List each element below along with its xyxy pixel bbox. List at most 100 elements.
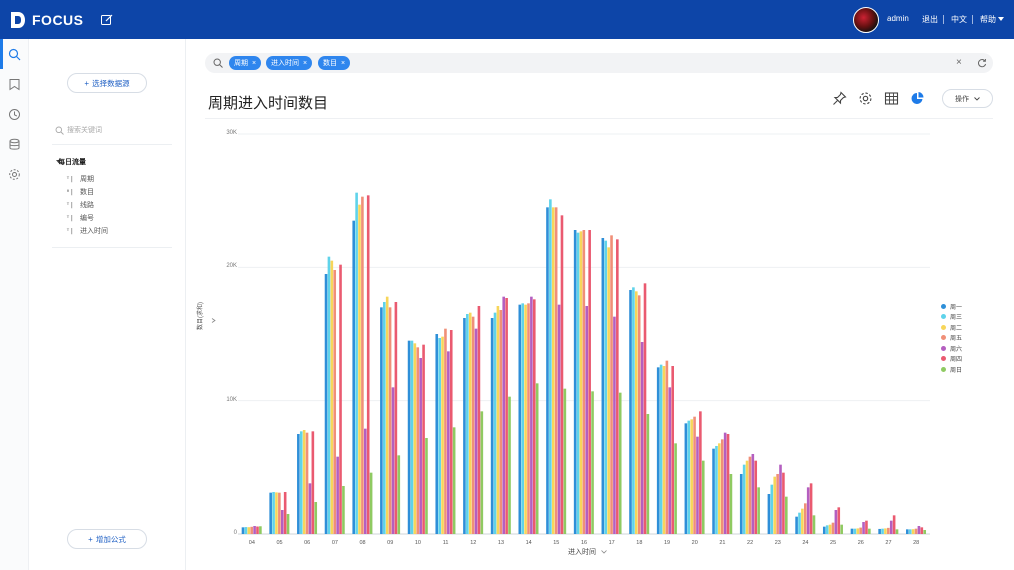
- bar[interactable]: [435, 334, 439, 534]
- logout-link[interactable]: 退出: [922, 14, 938, 25]
- bar[interactable]: [557, 304, 561, 534]
- bar[interactable]: [785, 496, 788, 534]
- bar[interactable]: [637, 295, 641, 534]
- bar[interactable]: [463, 318, 466, 534]
- bar[interactable]: [466, 314, 469, 534]
- bar[interactable]: [757, 487, 760, 534]
- bar[interactable]: [563, 388, 567, 534]
- bar[interactable]: [330, 260, 334, 534]
- bar[interactable]: [480, 411, 484, 534]
- username[interactable]: admin: [887, 14, 909, 23]
- close-icon[interactable]: ×: [252, 60, 256, 67]
- bar[interactable]: [342, 486, 345, 534]
- bar[interactable]: [865, 520, 868, 534]
- bar[interactable]: [452, 427, 456, 534]
- bar[interactable]: [554, 207, 558, 535]
- add-formula-button[interactable]: + 增加公式: [67, 529, 147, 549]
- refresh-icon[interactable]: [977, 58, 987, 68]
- bar[interactable]: [253, 526, 256, 534]
- bar[interactable]: [339, 264, 342, 534]
- bar[interactable]: [840, 524, 843, 534]
- operate-dropdown-button[interactable]: 操作: [942, 89, 993, 108]
- bar[interactable]: [305, 432, 309, 534]
- bar[interactable]: [715, 446, 718, 534]
- bar[interactable]: [887, 527, 890, 534]
- bar[interactable]: [881, 528, 884, 534]
- bar[interactable]: [601, 238, 605, 534]
- bar[interactable]: [834, 510, 838, 534]
- legend-item[interactable]: 周二: [941, 323, 962, 332]
- bar[interactable]: [560, 215, 564, 535]
- chevron-down-icon[interactable]: [998, 17, 1004, 22]
- tree-item-count[interactable]: ⁰| 数目: [66, 187, 94, 197]
- bar[interactable]: [812, 515, 816, 534]
- bar[interactable]: [853, 528, 857, 534]
- bar[interactable]: [336, 456, 339, 534]
- bar[interactable]: [859, 527, 862, 534]
- bar[interactable]: [530, 296, 533, 534]
- bar[interactable]: [388, 307, 392, 534]
- tree-item-entry-time[interactable]: ᵀ| 进入时间: [66, 226, 108, 236]
- bar[interactable]: [754, 460, 758, 534]
- bar[interactable]: [923, 530, 927, 534]
- language-link[interactable]: 中文: [951, 14, 967, 25]
- bar[interactable]: [474, 328, 478, 534]
- bar[interactable]: [712, 448, 715, 534]
- bar[interactable]: [302, 430, 306, 534]
- tree-root-daily-traffic[interactable]: 每日流量: [58, 157, 86, 167]
- pin-icon[interactable]: [832, 91, 847, 106]
- bar[interactable]: [493, 312, 497, 534]
- bar[interactable]: [720, 439, 724, 534]
- bar[interactable]: [892, 515, 896, 534]
- bar[interactable]: [283, 492, 287, 534]
- bar[interactable]: [914, 528, 918, 534]
- close-icon[interactable]: ×: [341, 60, 345, 67]
- bar[interactable]: [604, 240, 608, 534]
- bar[interactable]: [272, 492, 275, 534]
- bar[interactable]: [247, 527, 251, 534]
- bar[interactable]: [582, 230, 586, 534]
- bar[interactable]: [527, 303, 530, 534]
- bar[interactable]: [490, 318, 494, 534]
- bar[interactable]: [798, 512, 801, 534]
- bar[interactable]: [588, 230, 591, 534]
- bar[interactable]: [241, 527, 245, 534]
- legend-item[interactable]: 周一: [941, 302, 962, 311]
- bar[interactable]: [585, 306, 589, 534]
- bar[interactable]: [361, 196, 364, 534]
- bar[interactable]: [447, 351, 450, 534]
- bar[interactable]: [352, 220, 356, 534]
- search-tag-entry-time[interactable]: 进入时间 ×: [266, 56, 313, 70]
- table-icon[interactable]: [884, 91, 899, 106]
- bar[interactable]: [314, 502, 318, 534]
- bar[interactable]: [911, 529, 915, 534]
- bar[interactable]: [884, 528, 887, 534]
- bar[interactable]: [837, 507, 841, 534]
- legend-item[interactable]: 周三: [941, 313, 962, 321]
- bar[interactable]: [496, 306, 500, 534]
- brand-logo[interactable]: FOCUS: [10, 10, 84, 30]
- bar[interactable]: [920, 527, 924, 534]
- bar[interactable]: [546, 207, 549, 535]
- bar[interactable]: [499, 310, 503, 534]
- tree-item-route[interactable]: ᵀ| 线路: [66, 200, 94, 210]
- bar[interactable]: [776, 474, 779, 534]
- bar[interactable]: [259, 526, 262, 534]
- search-tag-period[interactable]: 周期 ×: [229, 56, 262, 70]
- bar[interactable]: [280, 510, 284, 534]
- avatar[interactable]: [853, 7, 879, 33]
- bar[interactable]: [640, 342, 644, 534]
- bar[interactable]: [767, 494, 771, 534]
- bar[interactable]: [385, 296, 389, 534]
- bar[interactable]: [269, 492, 272, 534]
- bar[interactable]: [535, 383, 539, 534]
- bar[interactable]: [635, 291, 638, 534]
- bar[interactable]: [358, 204, 361, 534]
- bar[interactable]: [441, 336, 444, 534]
- bar[interactable]: [549, 199, 552, 535]
- bar[interactable]: [607, 247, 610, 535]
- bar[interactable]: [355, 192, 358, 534]
- bar[interactable]: [591, 391, 594, 534]
- bar[interactable]: [751, 454, 755, 534]
- bar[interactable]: [618, 392, 622, 534]
